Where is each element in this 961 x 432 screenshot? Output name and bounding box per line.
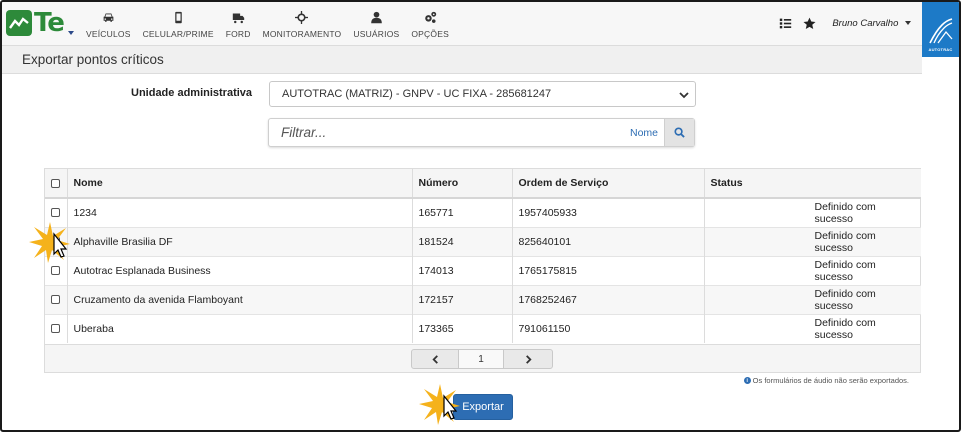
unit-select[interactable]: AUTOTRAC (MATRIZ) - GNPV - UC FIXA - 285… <box>269 81 696 107</box>
row-checkbox[interactable] <box>51 295 61 305</box>
gears-icon <box>423 10 437 24</box>
col-ordem-servico[interactable]: Ordem de Serviço <box>512 169 705 199</box>
unit-label: Unidade administrativa <box>131 87 253 99</box>
select-all-cell <box>45 169 68 199</box>
cell-ordem: 1957405933 <box>512 197 705 227</box>
cell-nome: 1234 <box>67 197 413 227</box>
audio-note-text: Os formulários de áudio não serão export… <box>752 376 909 385</box>
pagination: 1 <box>411 349 553 369</box>
main-nav: VEÍCULOS CELULAR/PRIME FORD MONITORAMENT… <box>80 10 455 39</box>
cell-nome: Autotrac Esplanada Business <box>67 255 413 285</box>
export-button[interactable]: Exportar <box>453 394 513 420</box>
top-navbar: Te VEÍCULOS CELULAR/PRIME FORD MONITORAM… <box>2 2 959 57</box>
caret-down-icon <box>905 20 911 25</box>
row-checkbox[interactable] <box>51 266 61 276</box>
filter-input[interactable] <box>281 125 601 140</box>
row-checkbox[interactable] <box>51 208 61 218</box>
nav-item-veiculos[interactable]: VEÍCULOS <box>80 10 137 39</box>
unit-select-value: AUTOTRAC (MATRIZ) - GNPV - UC FIXA - 285… <box>282 88 552 100</box>
user-menu[interactable]: Bruno Carvalho <box>832 18 911 29</box>
cell-ordem: 791061150 <box>512 313 705 343</box>
header-tools: Bruno Carvalho <box>778 16 911 30</box>
truck-icon <box>231 10 245 24</box>
prev-page-button[interactable] <box>411 349 459 369</box>
car-icon <box>101 10 115 24</box>
info-icon: i <box>743 377 751 384</box>
results-table: Nome Número Ordem de Serviço Status 1234… <box>45 169 921 343</box>
chevron-down-icon <box>679 92 689 99</box>
app-window: Te VEÍCULOS CELULAR/PRIME FORD MONITORAM… <box>0 0 961 432</box>
cell-ordem: 1768252467 <box>512 284 705 314</box>
nav-item-ford[interactable]: FORD <box>220 10 257 39</box>
nav-label: MONITORAMENTO <box>262 29 342 39</box>
chevron-left-icon <box>431 354 438 364</box>
cell-status: Definido com sucesso <box>704 284 921 314</box>
logo-chart-icon <box>6 10 32 36</box>
nav-label: CELULAR/PRIME <box>142 29 214 39</box>
phone-icon <box>171 10 185 24</box>
nav-item-monitoramento[interactable]: MONITORAMENTO <box>257 10 348 39</box>
page-title: Exportar pontos críticos <box>22 52 164 67</box>
nav-item-celular-prime[interactable]: CELULAR/PRIME <box>137 10 220 39</box>
star-icon[interactable] <box>802 16 816 30</box>
col-numero[interactable]: Número <box>412 169 513 199</box>
user-name: Bruno Carvalho <box>832 17 899 29</box>
filter-box: Nome <box>268 118 695 147</box>
table-header-row: Nome Número Ordem de Serviço Status <box>45 169 921 199</box>
audio-note: i Os formulários de áudio não serão expo… <box>743 376 909 385</box>
nav-label: OPÇÕES <box>411 29 449 39</box>
nav-item-usuarios[interactable]: USUÁRIOS <box>347 10 405 39</box>
select-all-checkbox[interactable] <box>51 178 61 188</box>
app-logo[interactable]: Te <box>6 8 65 38</box>
cell-status: Definido com sucesso <box>704 313 921 343</box>
brand-text: AUTOTRAC <box>928 47 953 52</box>
cell-status: Definido com sucesso <box>704 255 921 285</box>
brand-logo: AUTOTRAC <box>922 2 959 57</box>
click-marker-icon <box>29 222 70 263</box>
cell-nome: Cruzamento da avenida Flamboyant <box>67 284 413 314</box>
cell-nome: Uberaba <box>67 313 413 343</box>
list-icon[interactable] <box>778 16 792 30</box>
logo-caret-icon[interactable] <box>68 31 74 35</box>
row-checkbox[interactable] <box>51 324 61 334</box>
page-number[interactable]: 1 <box>459 349 503 369</box>
next-page-button[interactable] <box>503 349 553 369</box>
table-row[interactable]: 1234 165771 1957405933 Definido com suce… <box>45 197 921 227</box>
click-marker-icon <box>419 384 460 425</box>
cell-ordem: 825640101 <box>512 226 705 256</box>
table-row[interactable]: Cruzamento da avenida Flamboyant 172157 … <box>45 284 921 314</box>
table-row[interactable]: Alphaville Brasilia DF 181524 825640101 … <box>45 226 921 256</box>
cell-nome: Alphaville Brasilia DF <box>67 226 413 256</box>
cell-ordem: 1765175815 <box>512 255 705 285</box>
row-select-cell <box>45 284 68 314</box>
col-status[interactable]: Status <box>704 169 921 199</box>
logo-text: Te <box>34 8 65 38</box>
cell-numero: 165771 <box>412 197 513 227</box>
nav-label: USUÁRIOS <box>353 29 400 39</box>
pagination-bar: 1 <box>44 344 921 373</box>
cell-numero: 174013 <box>412 255 513 285</box>
nav-item-opcoes[interactable]: OPÇÕES <box>405 10 455 39</box>
cell-numero: 181524 <box>412 226 513 256</box>
autotrac-logo-icon <box>928 18 952 44</box>
user-icon <box>369 10 383 24</box>
search-icon <box>674 127 685 138</box>
crosshair-icon <box>295 10 309 24</box>
results-table-container: Nome Número Ordem de Serviço Status 1234… <box>44 168 921 373</box>
cell-status: Definido com sucesso <box>704 197 921 227</box>
filter-search-button[interactable] <box>664 119 694 146</box>
cell-numero: 172157 <box>412 284 513 314</box>
nav-label: VEÍCULOS <box>86 29 131 39</box>
page-title-bar: Exportar pontos críticos <box>2 46 922 74</box>
cell-numero: 173365 <box>412 313 513 343</box>
table-row[interactable]: Uberaba 173365 791061150 Definido com su… <box>45 313 921 343</box>
cell-status: Definido com sucesso <box>704 226 921 256</box>
row-select-cell <box>45 313 68 343</box>
table-row[interactable]: Autotrac Esplanada Business 174013 17651… <box>45 255 921 285</box>
nav-label: FORD <box>225 29 251 39</box>
col-nome[interactable]: Nome <box>67 169 413 199</box>
filter-field-selector[interactable]: Nome <box>630 127 658 139</box>
chevron-right-icon <box>525 354 532 364</box>
